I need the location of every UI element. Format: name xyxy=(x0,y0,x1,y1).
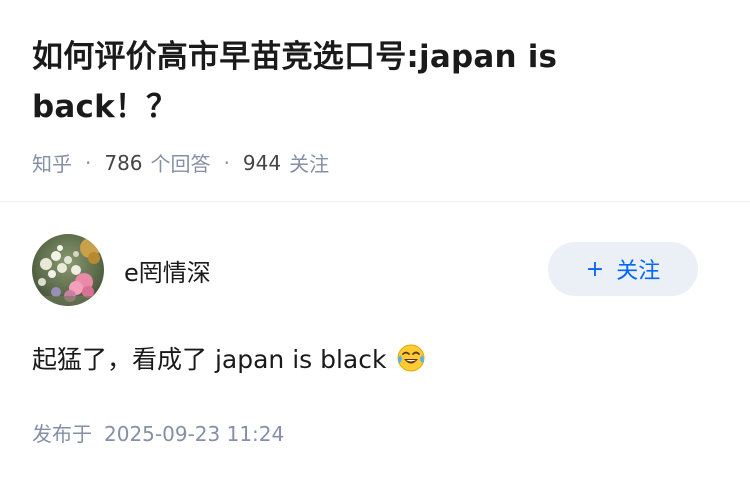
author-name[interactable]: e罔情深 xyxy=(124,253,211,288)
answers-label: 个回答 xyxy=(150,152,211,176)
author-avatar[interactable] xyxy=(32,234,104,306)
question-meta: 知乎 · 786 个回答 · 944 关注 xyxy=(32,148,632,177)
site-name[interactable]: 知乎 xyxy=(32,148,72,177)
answers-count: 786 xyxy=(104,150,143,175)
followers-label: 关注 xyxy=(289,152,330,176)
question-title[interactable]: 如何评价高市早苗竞选口号:japan is back！？ xyxy=(32,32,632,132)
question-header: 如何评价高市早苗竞选口号:japan is back！？ 知乎 · 786 个回… xyxy=(32,32,632,177)
follow-button[interactable]: + 关注 xyxy=(548,242,698,296)
answer-text: 起猛了，看成了 japan is black xyxy=(32,345,387,374)
meta-separator: · xyxy=(85,150,92,175)
flower-bouquet-avatar-icon xyxy=(32,234,104,306)
publish-info: 发布于 2025-09-23 11:24 xyxy=(32,418,718,447)
answer-page: 如何评价高市早苗竞选口号:japan is back！？ 知乎 · 786 个回… xyxy=(0,0,750,484)
author-row: e罔情深 + 关注 xyxy=(32,234,718,306)
answer-content: 起猛了，看成了 japan is black xyxy=(32,340,718,376)
section-divider xyxy=(0,201,750,202)
meta-separator: · xyxy=(223,150,230,175)
answer-card: e罔情深 + 关注 起猛了，看成了 japan is black 发布于 202… xyxy=(32,234,718,447)
tears-of-joy-emoji-icon xyxy=(396,343,426,373)
followers-count: 944 xyxy=(242,150,282,175)
publish-label: 发布于 xyxy=(32,422,92,446)
publish-time: 2025-09-23 11:24 xyxy=(104,422,285,446)
follow-label: 关注 xyxy=(616,259,661,284)
plus-icon: + xyxy=(585,256,605,282)
